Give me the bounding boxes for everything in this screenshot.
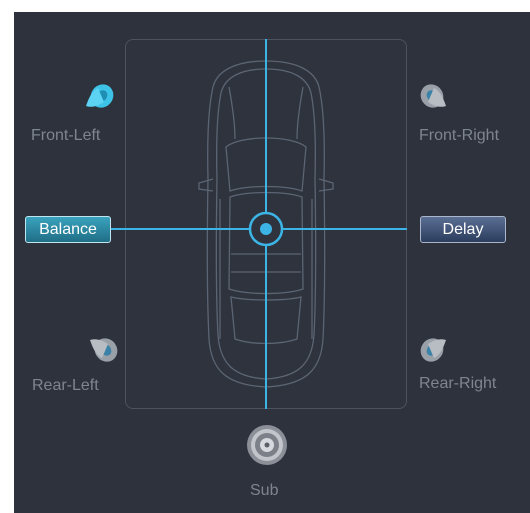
- front-left-speaker-icon[interactable]: [80, 80, 118, 116]
- sub-label: Sub: [250, 482, 279, 499]
- front-left-label: Front-Left: [31, 127, 101, 144]
- rear-left-label: Rear-Left: [32, 377, 99, 394]
- front-right-speaker-icon[interactable]: [414, 80, 452, 116]
- front-right-label: Front-Right: [419, 127, 500, 144]
- rear-right-speaker-icon[interactable]: [414, 330, 452, 366]
- rear-left-speaker-icon[interactable]: [84, 330, 122, 366]
- delay-button[interactable]: Delay: [420, 216, 506, 243]
- rear-right-label: Rear-Right: [419, 375, 497, 392]
- subwoofer-icon[interactable]: [245, 423, 289, 467]
- balance-button[interactable]: Balance: [25, 216, 111, 243]
